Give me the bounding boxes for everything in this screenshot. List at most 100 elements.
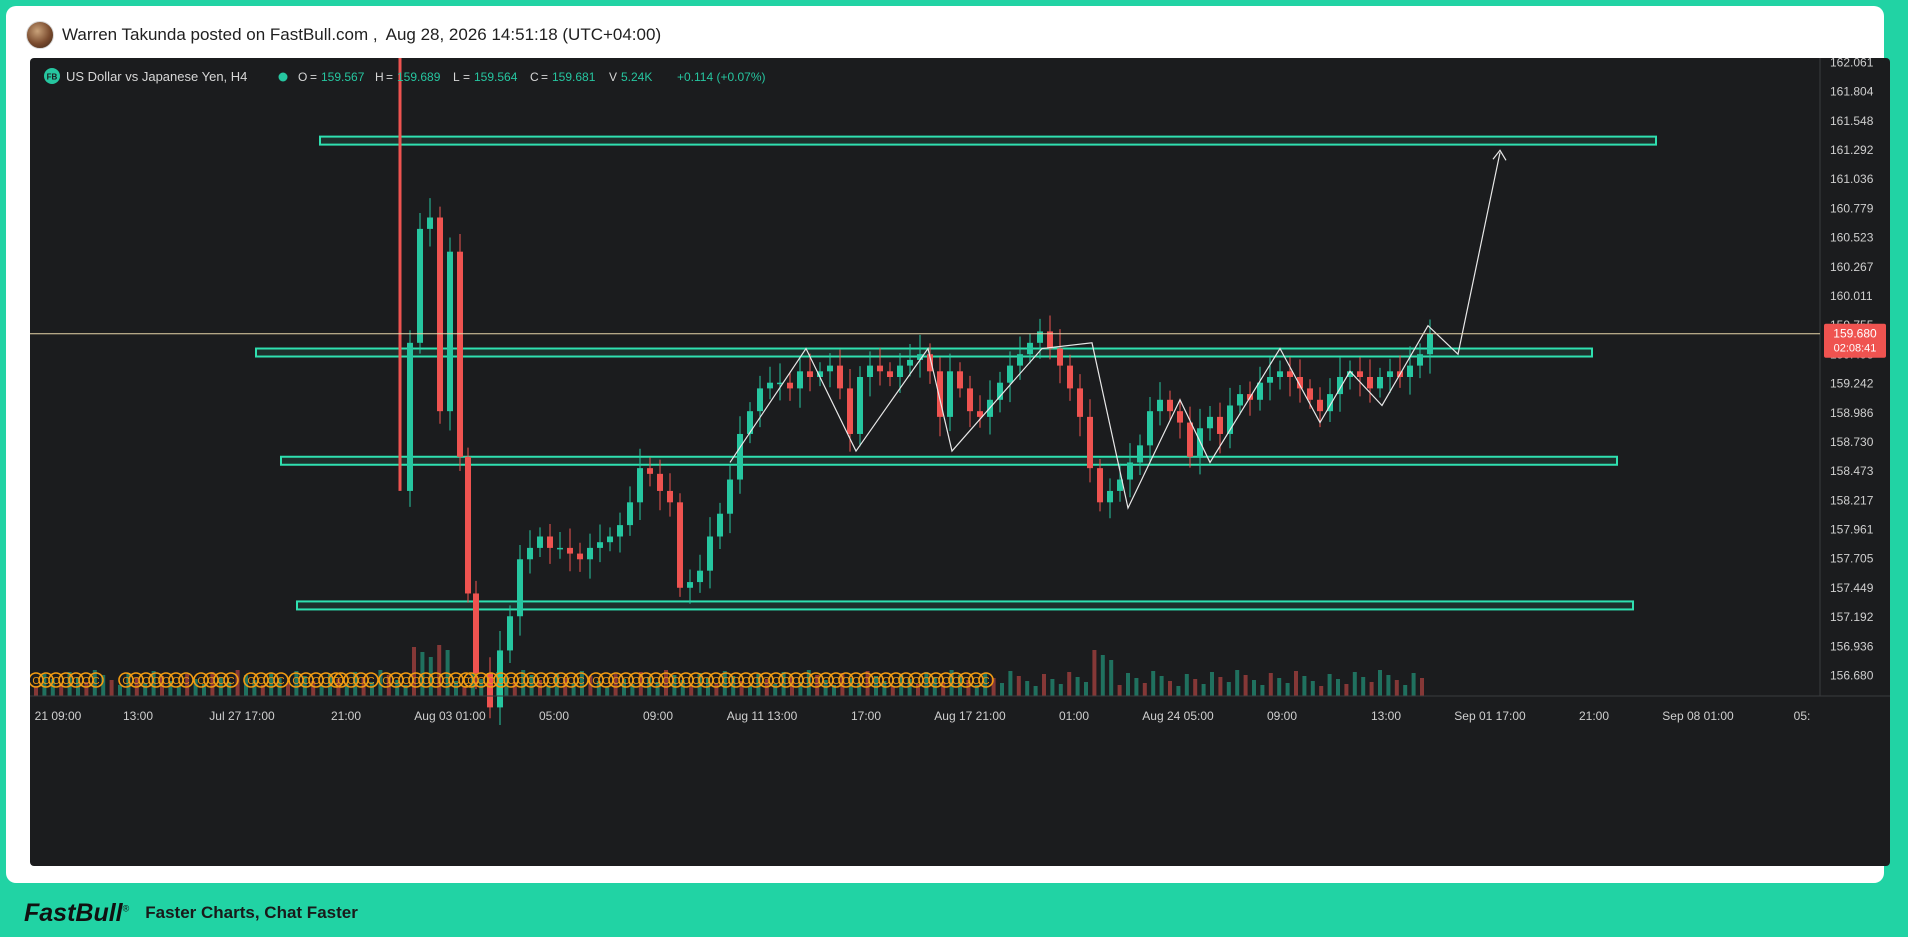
candle[interactable] (1207, 406, 1213, 441)
candle[interactable] (1327, 378, 1333, 423)
chart-canvas[interactable]: 162.061 161.804 161.548 161.292 161.036 160.7… (30, 58, 1890, 866)
candle[interactable] (1377, 367, 1383, 398)
event-marker[interactable]: C (273, 672, 289, 688)
candle[interactable] (607, 527, 613, 552)
candle-body (827, 365, 833, 372)
zone-support-mid[interactable] (280, 455, 1618, 466)
candle[interactable] (997, 371, 1003, 413)
candle[interactable] (707, 517, 713, 589)
candle[interactable] (867, 351, 873, 397)
candle[interactable] (1077, 374, 1083, 437)
candle[interactable] (857, 366, 863, 447)
event-marker[interactable]: C (88, 672, 104, 688)
volume-bar (1008, 671, 1013, 696)
zone-support-low[interactable] (296, 600, 1634, 611)
candle[interactable] (977, 395, 983, 428)
author-line[interactable]: Warren Takunda posted on FastBull.com , (62, 25, 378, 45)
candle[interactable] (807, 353, 813, 392)
candle[interactable] (1247, 381, 1253, 416)
candle[interactable] (567, 528, 573, 572)
candle[interactable] (597, 524, 603, 563)
volume-bar (1109, 660, 1114, 696)
candle[interactable] (1257, 366, 1263, 411)
volume-bar (1201, 684, 1206, 696)
candle[interactable] (1067, 354, 1073, 401)
event-marker[interactable]: C (978, 672, 994, 688)
candle[interactable] (627, 486, 633, 536)
candle[interactable] (1367, 359, 1373, 403)
candle[interactable] (407, 330, 413, 507)
candle[interactable] (1277, 360, 1283, 390)
fastbull-brand[interactable]: FastBull® (24, 899, 129, 928)
candle[interactable] (697, 554, 703, 593)
candle[interactable] (737, 416, 743, 494)
candle[interactable] (1317, 387, 1323, 428)
candle[interactable] (527, 530, 533, 574)
candle-body (697, 570, 703, 583)
volume-bar (1294, 671, 1298, 696)
candle[interactable] (437, 206, 443, 424)
candle[interactable] (587, 533, 593, 579)
candle[interactable] (1107, 478, 1113, 519)
candle[interactable] (457, 234, 463, 471)
projection-path[interactable] (729, 152, 1501, 510)
candle[interactable] (677, 493, 683, 597)
candle[interactable] (1057, 329, 1063, 384)
candle[interactable] (777, 363, 783, 401)
price-axis[interactable]: 162.061 161.804 161.548 161.292 161.036 160.7… (1830, 58, 1874, 682)
volume-bar (1260, 685, 1265, 696)
candle[interactable] (1097, 459, 1103, 512)
candle[interactable] (417, 212, 423, 354)
candle[interactable] (767, 366, 773, 400)
candle[interactable] (827, 353, 833, 388)
volume-bar (1218, 677, 1223, 696)
candle[interactable] (465, 447, 471, 603)
candle[interactable] (967, 375, 973, 428)
event-marker[interactable]: C (573, 672, 589, 688)
candle[interactable] (577, 542, 583, 572)
avatar[interactable] (26, 21, 54, 49)
candle[interactable] (797, 357, 803, 408)
candle[interactable] (1027, 333, 1033, 364)
candle[interactable] (717, 502, 723, 550)
candle[interactable] (547, 523, 553, 564)
candle[interactable] (667, 473, 673, 517)
candle[interactable] (657, 459, 663, 511)
candle[interactable] (1087, 399, 1093, 483)
time-tick-label: 21:00 (1579, 709, 1609, 723)
candle[interactable] (887, 362, 893, 387)
candle[interactable] (1007, 351, 1013, 403)
candle[interactable] (747, 402, 753, 444)
candle[interactable] (1357, 357, 1363, 397)
candle[interactable] (937, 357, 943, 437)
candle-body (1027, 342, 1033, 355)
candle[interactable] (687, 569, 693, 604)
candle[interactable] (957, 362, 963, 398)
volume-bar (1134, 678, 1139, 696)
candle[interactable] (557, 531, 563, 559)
time-axis[interactable]: 21 09:00 13:00 Jul 27 17:00 21:00 Aug 03 01:… (35, 709, 1811, 723)
candle[interactable] (727, 465, 733, 534)
candle[interactable] (507, 605, 513, 663)
candle[interactable] (1127, 443, 1133, 498)
candle[interactable] (947, 353, 953, 432)
event-markers[interactable]: C C C C C C C C C C C C C C C C C C C C C C C C C C CC C C C C C C C C C C C C… (30, 672, 994, 688)
candle[interactable] (1227, 387, 1233, 449)
price-tick-label: 157.961 (1830, 523, 1874, 537)
zone-resistance-mid[interactable] (255, 347, 1593, 358)
candle-body (1147, 411, 1153, 446)
candle-body (1427, 333, 1433, 355)
candle[interactable] (537, 527, 543, 558)
price-chart[interactable]: 162.061 161.804 161.548 161.292 161.036 160.7… (30, 58, 1890, 866)
candle[interactable] (1137, 434, 1143, 475)
candle[interactable] (897, 353, 903, 393)
candle[interactable] (757, 375, 763, 428)
candle[interactable] (617, 512, 623, 553)
event-marker[interactable]: C (363, 672, 379, 688)
event-marker[interactable]: C (178, 672, 194, 688)
candle[interactable] (517, 545, 523, 636)
candle[interactable] (1147, 396, 1153, 465)
candle[interactable] (1157, 382, 1163, 426)
zone-resistance-top[interactable] (319, 135, 1657, 146)
candle[interactable] (427, 198, 433, 247)
